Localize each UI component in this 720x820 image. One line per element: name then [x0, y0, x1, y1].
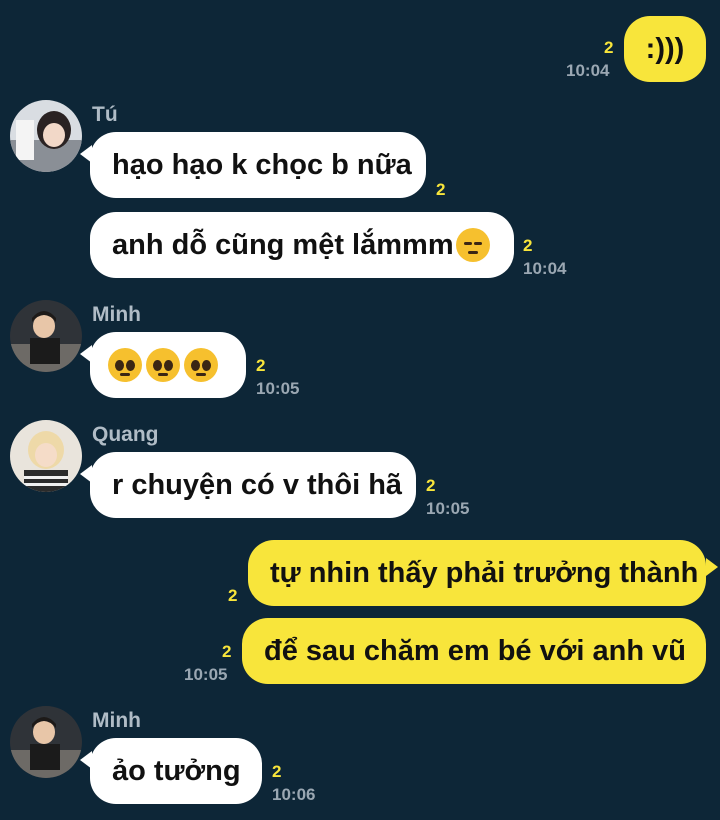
message-time: 10:06	[272, 785, 316, 804]
message-text: r chuyện có v thôi hã	[112, 468, 403, 501]
avatar-minh[interactable]	[10, 706, 82, 778]
bubble-tail	[706, 558, 718, 576]
avatar-photo-icon	[10, 420, 82, 492]
read-count: 2	[222, 642, 232, 661]
read-count: 2	[604, 38, 614, 57]
message-bubble-incoming[interactable]: r chuyện có v thôi hã	[90, 452, 416, 518]
read-count: 2	[228, 586, 238, 605]
message-time: 10:05	[184, 665, 228, 684]
read-count: 2	[272, 762, 282, 781]
read-count: 2	[256, 356, 266, 375]
message-bubble-outgoing[interactable]: :)))	[624, 16, 706, 82]
message-time: 10:05	[426, 499, 470, 518]
message-bubble-outgoing[interactable]: để sau chăm em bé với anh vũ	[242, 618, 706, 684]
sender-name: Quang	[92, 423, 159, 446]
avatar-tu[interactable]	[10, 100, 82, 172]
read-count: 2	[436, 180, 446, 199]
avatar-quang[interactable]	[10, 420, 82, 492]
message-time: 10:05	[256, 379, 300, 398]
avatar-photo-icon	[10, 100, 82, 172]
pleading-face-icon	[108, 348, 142, 382]
message-time: 10:04	[523, 259, 567, 278]
message-text: hạo hạo k chọc b nữa	[112, 148, 412, 181]
message-text: :)))	[645, 32, 685, 65]
sender-name: Tú	[92, 103, 118, 126]
message-bubble-incoming[interactable]: anh dỗ cũng mệt lắmmm	[90, 212, 514, 278]
message-bubble-incoming[interactable]	[90, 332, 246, 398]
sender-name: Minh	[92, 303, 141, 326]
sender-name: Minh	[92, 709, 141, 732]
message-time: 10:04	[566, 61, 610, 80]
pensive-face-icon	[455, 228, 490, 262]
message-text: để sau chăm em bé với anh vũ	[264, 634, 686, 667]
message-bubble-incoming[interactable]: ảo tưởng	[90, 738, 262, 804]
message-text: ảo tưởng	[112, 754, 241, 787]
avatar-minh[interactable]	[10, 300, 82, 372]
message-text: anh dỗ cũng mệt lắmmm	[112, 228, 454, 261]
avatar-photo-icon	[10, 300, 82, 372]
pleading-face-icon	[184, 348, 218, 382]
message-text: tự nhin thấy phải trưởng thành	[270, 556, 699, 589]
pleading-face-icon	[146, 348, 180, 382]
read-count: 2	[523, 236, 533, 255]
read-count: 2	[426, 476, 436, 495]
avatar-photo-icon	[10, 706, 82, 778]
message-bubble-incoming[interactable]: hạo hạo k chọc b nữa	[90, 132, 426, 198]
message-bubble-outgoing[interactable]: tự nhin thấy phải trưởng thành	[248, 540, 706, 606]
